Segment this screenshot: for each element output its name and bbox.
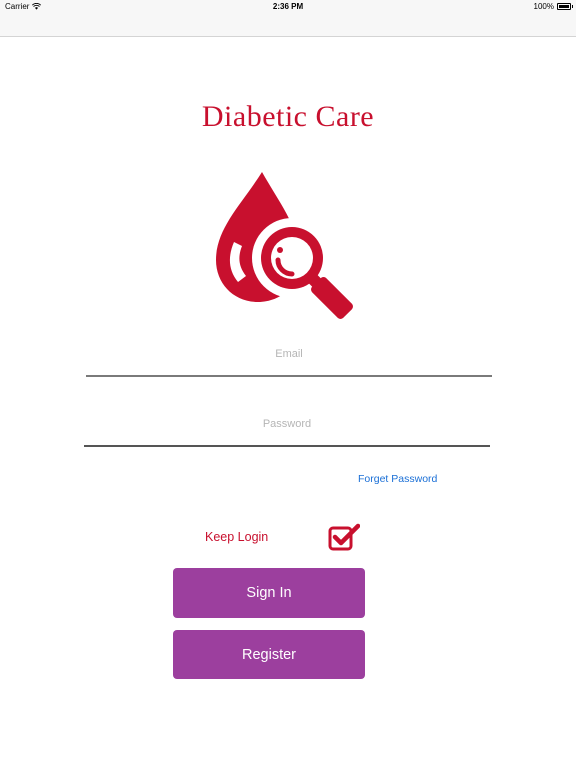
battery-percent: 100% [533, 2, 554, 11]
battery-icon [557, 3, 573, 10]
navigation-bar [0, 14, 576, 37]
app-title: Diabetic Care [201, 100, 375, 133]
forget-password-link[interactable]: Forget Password [358, 473, 437, 485]
password-field[interactable] [84, 409, 490, 439]
keep-login-label: Keep Login [205, 530, 269, 544]
blood-drop-magnifier-icon [216, 172, 353, 319]
password-underline [84, 445, 490, 447]
status-time: 2:36 PM [272, 2, 304, 11]
register-button[interactable]: Register [173, 630, 365, 679]
sign-in-button[interactable]: Sign In [173, 568, 365, 618]
status-bar: Carrier 2:36 PM 100% [0, 0, 576, 14]
email-field[interactable] [86, 339, 492, 369]
email-underline [86, 375, 492, 377]
keep-login-checkbox[interactable] [328, 523, 360, 551]
status-battery: 100% [533, 2, 573, 11]
